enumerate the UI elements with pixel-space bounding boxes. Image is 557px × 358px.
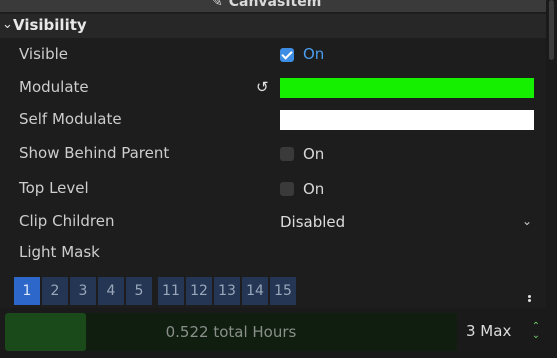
layer-13-button[interactable]: 13 — [214, 277, 240, 305]
max-spinbox[interactable]: 3 Max — [466, 322, 511, 340]
layer-4-button[interactable]: 4 — [98, 277, 124, 305]
self-modulate-label: Self Modulate — [19, 110, 122, 128]
clip-children-dropdown[interactable]: Disabled — [280, 213, 345, 231]
revert-icon[interactable]: ↺ — [256, 78, 269, 96]
hours-progress-bar: 0.522 total Hours — [5, 313, 457, 351]
category-header: ✎ CanvasItem — [0, 0, 546, 12]
modulate-color-picker[interactable] — [280, 78, 534, 98]
visible-checkbox[interactable] — [280, 48, 294, 62]
clip-children-label: Clip Children — [19, 212, 115, 230]
show-behind-parent-checkbox[interactable] — [280, 147, 294, 161]
more-options-icon[interactable] — [528, 295, 532, 305]
visibility-section-header[interactable]: ⌄ Visibility — [0, 14, 546, 38]
layer-11-button[interactable]: 11 — [158, 277, 184, 305]
property-row-self-modulate: Self Modulate — [0, 104, 546, 136]
layer-12-button[interactable]: 12 — [186, 277, 212, 305]
chevron-down-icon[interactable]: ⌄ — [522, 214, 532, 228]
vertical-scrollbar[interactable] — [546, 0, 557, 308]
layer-14-button[interactable]: 14 — [242, 277, 268, 305]
property-row-top-level: Top Level On — [0, 173, 546, 205]
chevron-down-icon: ⌄ — [2, 17, 13, 32]
modulate-label: Modulate — [19, 78, 89, 96]
layer-15-button[interactable]: 15 — [270, 277, 296, 305]
top-level-label: Top Level — [19, 179, 89, 197]
self-modulate-color-picker[interactable] — [280, 110, 534, 130]
category-title: ✎ CanvasItem — [211, 0, 321, 10]
layer-5-button[interactable]: 5 — [126, 277, 152, 305]
inspector-panel: ✎ CanvasItem ⌄ Visibility Visible On Modu… — [0, 0, 557, 358]
footer-bar: 0.522 total Hours 3 Max ⌃ ⌄ — [0, 308, 557, 358]
layer-3-button[interactable]: 3 — [70, 277, 96, 305]
property-row-clip-children: Clip Children Disabled ⌄ — [0, 206, 546, 238]
property-row-show-behind-parent: Show Behind Parent On — [0, 138, 546, 170]
layer-2-button[interactable]: 2 — [42, 277, 68, 305]
light-mask-label: Light Mask — [19, 243, 100, 261]
visible-value[interactable]: On — [303, 45, 324, 63]
section-title: Visibility — [13, 16, 87, 34]
visible-label: Visible — [19, 45, 68, 63]
show-behind-parent-value[interactable]: On — [303, 145, 324, 163]
property-row-modulate: Modulate ↺ — [0, 72, 546, 104]
property-row-visible: Visible On — [0, 40, 546, 72]
spinbox-arrows-icon[interactable]: ⌃ ⌄ — [530, 322, 542, 341]
scrollbar-thumb[interactable] — [549, 0, 554, 60]
pencil-icon: ✎ — [211, 0, 223, 10]
top-level-value[interactable]: On — [303, 180, 324, 198]
category-title-text: CanvasItem — [228, 0, 322, 10]
top-level-checkbox[interactable] — [280, 182, 294, 196]
property-row-light-mask: Light Mask — [0, 237, 546, 269]
show-behind-parent-label: Show Behind Parent — [19, 144, 170, 162]
layer-1-button[interactable]: 1 — [14, 277, 40, 305]
hours-progress-text: 0.522 total Hours — [165, 323, 297, 341]
